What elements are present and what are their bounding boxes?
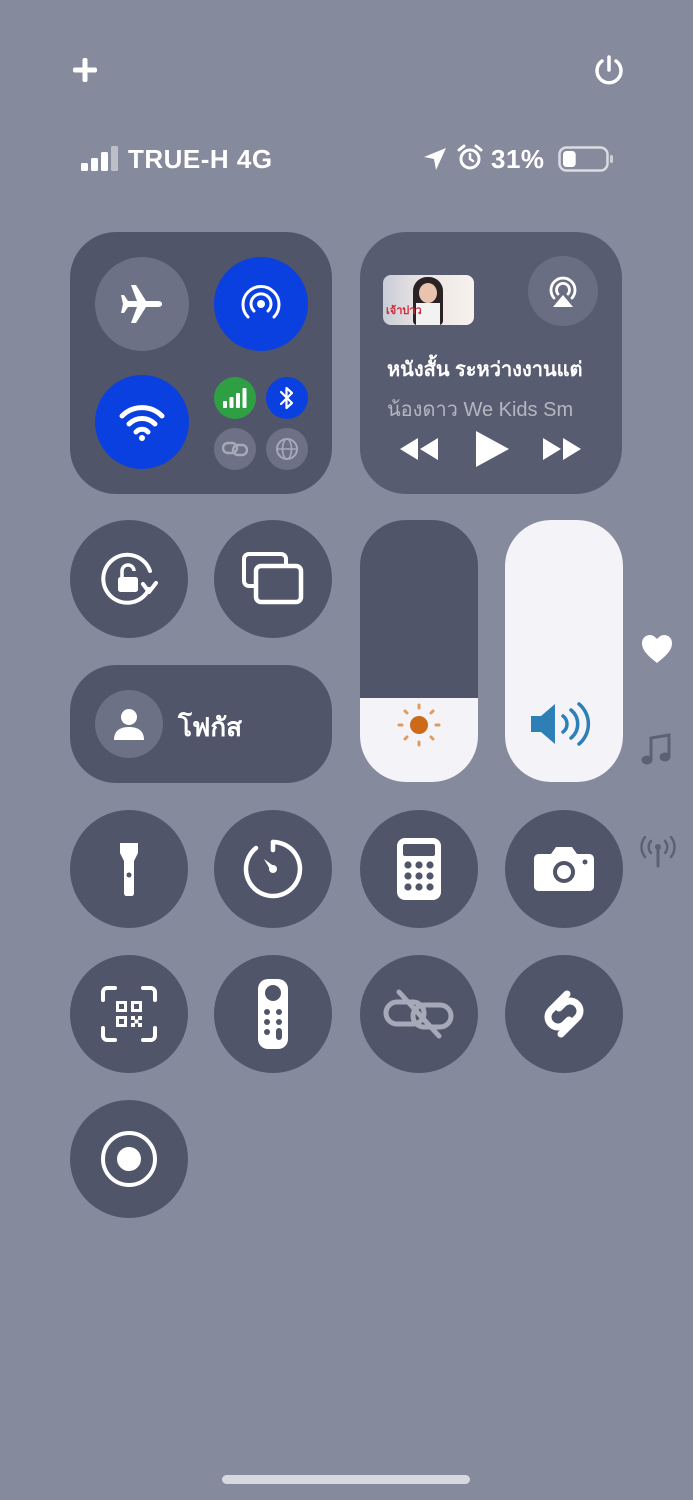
antenna-icon [640, 836, 676, 868]
focus-person-circle [95, 690, 163, 758]
code-scanner-button[interactable] [70, 955, 188, 1073]
home-indicator[interactable] [222, 1475, 470, 1484]
link-hotspot-icon [222, 441, 248, 457]
alarm-icon [457, 144, 483, 172]
location-icon [422, 146, 448, 172]
sun-icon [397, 703, 441, 747]
calculator-button[interactable] [360, 810, 478, 928]
rewind-icon [400, 438, 438, 460]
airplay-audio-icon [549, 276, 577, 307]
flashlight-button[interactable] [70, 810, 188, 928]
airplane-mode-toggle[interactable] [95, 257, 189, 351]
timer-icon [243, 839, 303, 899]
calculator-icon [397, 838, 441, 900]
shazam-button[interactable] [505, 955, 623, 1073]
person-icon [114, 709, 144, 740]
bluetooth-icon [279, 386, 294, 410]
screen-recording-button[interactable] [70, 1100, 188, 1218]
timer-button[interactable] [214, 810, 332, 928]
airdrop-toggle[interactable] [214, 257, 308, 351]
tv-remote-icon [258, 979, 288, 1049]
cellular-bars-icon [223, 388, 247, 408]
power-button[interactable] [592, 53, 626, 87]
globe-vpn-icon [276, 438, 298, 460]
link-off-button[interactable] [360, 955, 478, 1073]
record-icon [101, 1131, 157, 1187]
speaker-volume-icon [531, 702, 591, 746]
personal-hotspot-toggle[interactable] [214, 428, 256, 470]
camera-icon [534, 847, 594, 891]
bluetooth-toggle[interactable] [266, 377, 308, 419]
add-control-button[interactable] [70, 55, 100, 85]
carrier-name: TRUE-H 4G [128, 144, 273, 174]
screen-mirroring-button[interactable] [214, 520, 332, 638]
battery-icon [558, 146, 614, 172]
brightness-slider[interactable] [360, 520, 478, 782]
favorites-page-indicator[interactable] [641, 634, 673, 664]
wifi-toggle[interactable] [95, 375, 189, 469]
signal-strength [81, 146, 121, 172]
track-title: หนังสั้น ระหว่างงานแต่ [387, 359, 583, 381]
wifi-icon [119, 405, 165, 441]
heart-icon [642, 635, 672, 663]
flashlight-icon [120, 843, 138, 896]
cellular-data-toggle[interactable] [214, 377, 256, 419]
broken-link-icon [383, 989, 454, 1039]
music-note-icon [641, 733, 671, 765]
power-icon [595, 55, 623, 85]
rotation-lock-icon [101, 552, 158, 605]
orientation-lock-toggle[interactable] [70, 520, 188, 638]
battery-percentage: 31% [491, 144, 545, 174]
play-icon [476, 431, 509, 467]
play-button[interactable] [473, 429, 511, 469]
artwork-caption: เจ้าบ่าว [386, 305, 422, 317]
qr-code-scanner-icon [101, 986, 157, 1042]
vpn-toggle[interactable] [266, 428, 308, 470]
airplane-icon [121, 285, 162, 323]
airdrop-icon [241, 285, 281, 319]
apple-tv-remote-button[interactable] [214, 955, 332, 1073]
screen-mirroring-icon [242, 552, 304, 605]
focus-label: โฟกัส [178, 712, 242, 742]
camera-button[interactable] [505, 810, 623, 928]
signal-bars-icon [81, 146, 118, 171]
album-artwork[interactable]: เจ้าบ่าว [383, 275, 474, 325]
music-page-indicator[interactable] [641, 733, 671, 767]
previous-track-button[interactable] [398, 436, 440, 462]
plus-icon [73, 58, 97, 82]
shazam-icon [544, 990, 584, 1038]
fast-forward-icon [543, 438, 581, 460]
connectivity-page-indicator[interactable] [640, 836, 676, 868]
volume-slider[interactable] [505, 520, 623, 782]
track-artist: น้องดาว We Kids Sm [387, 399, 574, 421]
airplay-button[interactable] [528, 256, 598, 326]
next-track-button[interactable] [541, 436, 583, 462]
